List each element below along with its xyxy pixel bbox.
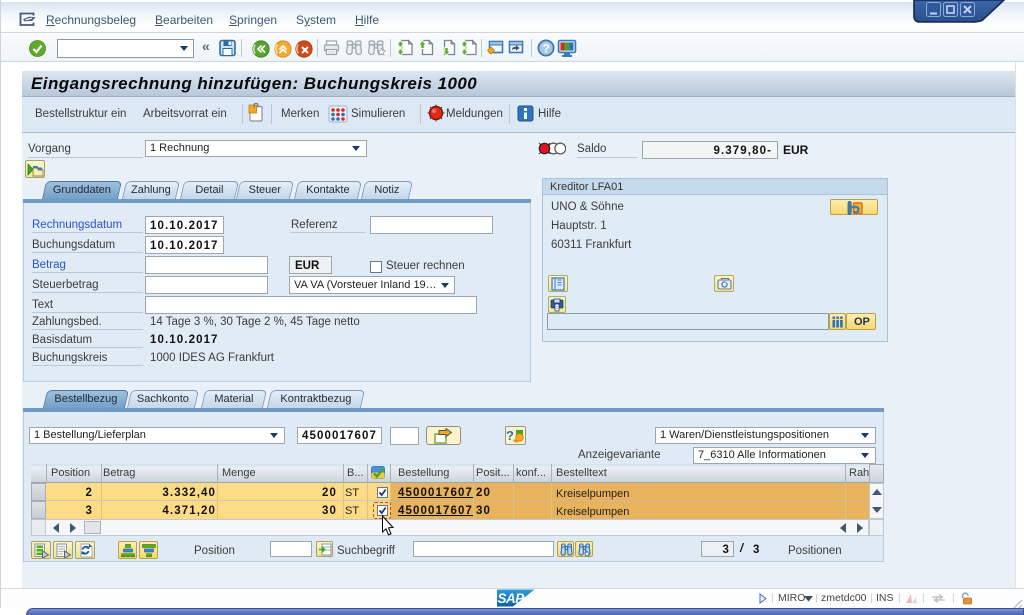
svg-text:?: ? bbox=[543, 42, 550, 56]
svg-text:?: ? bbox=[506, 428, 514, 443]
